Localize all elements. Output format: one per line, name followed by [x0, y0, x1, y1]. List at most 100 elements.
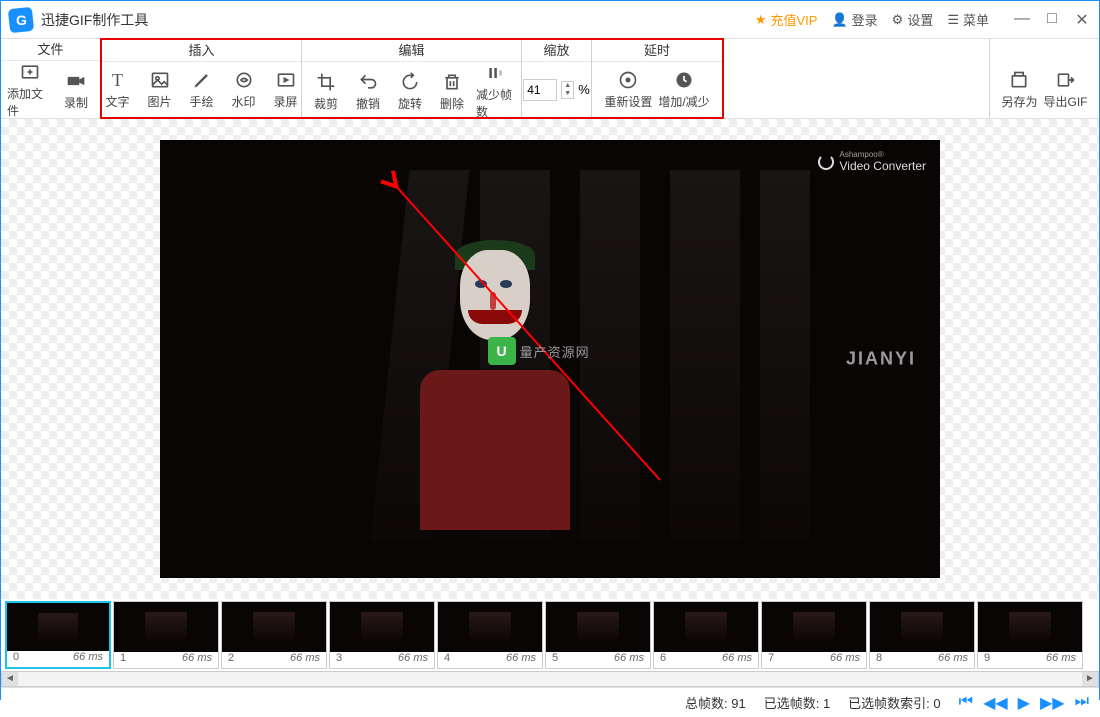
watermark-label: 水印	[231, 93, 255, 110]
annotation-arrow	[380, 170, 680, 500]
vip-button[interactable]: ★ 充值VIP	[755, 10, 818, 29]
record-button[interactable]: 录制	[58, 70, 94, 111]
frame-thumbnail[interactable]: 666 ms	[653, 601, 759, 669]
frame-duration: 66 ms	[614, 652, 644, 668]
center-logo-text: 量产资源网	[520, 342, 590, 361]
frame-duration: 66 ms	[1046, 652, 1076, 668]
reduce-icon	[485, 62, 507, 84]
draw-button[interactable]: 手绘	[184, 69, 220, 110]
screenrec-button[interactable]: 录屏	[268, 69, 304, 110]
watermark-button[interactable]: 水印	[226, 69, 262, 110]
group-delay-header: 延时	[592, 40, 722, 62]
center-watermark: U 量产资源网	[488, 337, 590, 365]
group-file-header: 文件	[1, 39, 100, 61]
trash-icon	[441, 71, 463, 93]
login-label: 登录	[852, 10, 878, 29]
rotate-button[interactable]: 旋转	[392, 71, 428, 112]
scroll-left-button[interactable]: ◄	[2, 672, 18, 686]
horizontal-scrollbar[interactable]: ◄ ►	[1, 671, 1099, 687]
incdec-delay-button[interactable]: 增加/减少	[658, 69, 709, 110]
frame-image	[7, 603, 109, 651]
minimize-button[interactable]: —	[1013, 10, 1031, 30]
crop-button[interactable]: 裁剪	[308, 71, 344, 112]
zoom-input[interactable]	[523, 79, 557, 101]
play-button[interactable]: ▶	[1018, 693, 1030, 713]
frame-thumbnail[interactable]: 366 ms	[329, 601, 435, 669]
app-logo: G	[8, 6, 34, 32]
reset-icon	[617, 69, 639, 91]
text-icon: T	[107, 69, 129, 91]
frame-image	[654, 602, 758, 652]
frame-index: 5	[552, 652, 558, 668]
next-frame-button[interactable]: ▶▶	[1040, 693, 1065, 713]
first-frame-button[interactable]: ⏮	[959, 693, 973, 713]
statusbar: 总帧数: 91 已选帧数: 1 已选帧数索引: 0 ⏮ ◀◀ ▶ ▶▶ ⏭	[1, 687, 1099, 717]
frame-thumbnail[interactable]: 5 66 ms	[545, 601, 651, 669]
frame-thumbnail[interactable]: 266 ms	[221, 601, 327, 669]
zoom-up-icon[interactable]: ▲	[562, 82, 573, 90]
playback-controls: ⏮ ◀◀ ▶ ▶▶ ⏭	[959, 693, 1089, 713]
preview-frame[interactable]: Ashampoo® Video Converter JIANYI U 量产资源网	[160, 140, 940, 578]
canvas-area: Ashampoo® Video Converter JIANYI U 量产资源网	[1, 119, 1099, 599]
export-gif-button[interactable]: 导出GIF	[1044, 69, 1088, 110]
maximize-button[interactable]: □	[1043, 10, 1061, 30]
frame-index: 4	[444, 652, 450, 668]
text-label: 文字	[105, 93, 129, 110]
frame-index: 0	[13, 651, 19, 667]
login-button[interactable]: 👤 登录	[831, 10, 877, 29]
draw-label: 手绘	[189, 93, 213, 110]
close-button[interactable]: ✕	[1073, 10, 1091, 30]
group-zoom: 缩放 ▲▼ %	[522, 40, 592, 117]
selected-index-label: 已选帧数索引:	[848, 696, 930, 711]
menu-button[interactable]: ☰ 菜单	[947, 10, 989, 29]
save-as-button[interactable]: 另存为	[1001, 69, 1037, 110]
frame-thumbnail[interactable]: 466 ms	[437, 601, 543, 669]
app-title: 迅捷GIF制作工具	[41, 10, 148, 30]
group-zoom-header: 缩放	[522, 40, 591, 62]
frame-image	[438, 602, 542, 652]
save-as-label: 另存为	[1001, 93, 1037, 110]
frame-index: 7	[768, 652, 774, 668]
image-label: 图片	[147, 93, 171, 110]
add-file-button[interactable]: 添加文件	[7, 61, 52, 119]
frame-thumbnail[interactable]: 866 ms	[869, 601, 975, 669]
frame-thumbnail[interactable]: 766 ms	[761, 601, 867, 669]
vip-label: 充值VIP	[770, 10, 817, 29]
rotate-icon	[399, 71, 421, 93]
frame-duration: 66 ms	[938, 652, 968, 668]
reset-delay-button[interactable]: 重新设置	[604, 69, 652, 110]
zoom-down-icon[interactable]: ▼	[562, 90, 573, 98]
delete-button[interactable]: 删除	[434, 71, 470, 112]
reduce-frames-button[interactable]: 减少帧数	[476, 62, 515, 120]
text-button[interactable]: T 文字	[100, 69, 136, 110]
settings-label: 设置	[907, 10, 933, 29]
settings-button[interactable]: ⚙ 设置	[892, 10, 934, 29]
reduce-frames-label: 减少帧数	[476, 86, 515, 120]
frame-thumbnail[interactable]: 166 ms	[113, 601, 219, 669]
undo-button[interactable]: 撤销	[350, 71, 386, 112]
scroll-right-button[interactable]: ►	[1082, 672, 1098, 686]
frame-index: 3	[336, 652, 342, 668]
refresh-icon	[818, 154, 834, 170]
center-logo-icon: U	[488, 337, 516, 365]
image-button[interactable]: 图片	[142, 69, 178, 110]
selected-frames-label: 已选帧数:	[764, 696, 820, 711]
add-file-label: 添加文件	[7, 85, 52, 119]
clock-icon	[673, 69, 695, 91]
zoom-unit: %	[578, 82, 590, 97]
last-frame-button[interactable]: ⏭	[1075, 693, 1089, 713]
selected-index-value: 0	[933, 696, 940, 711]
zoom-spinner[interactable]: ▲▼	[561, 81, 574, 99]
menu-icon: ☰	[947, 12, 959, 28]
screen-icon	[275, 69, 297, 91]
screenrec-label: 录屏	[273, 93, 297, 110]
frame-duration: 66 ms	[722, 652, 752, 668]
frames-strip[interactable]: 066 ms166 ms266 ms366 ms466 ms566 ms666 …	[1, 599, 1099, 671]
group-edit-header: 编辑	[302, 40, 521, 62]
watermark-brand: Ashampoo®	[840, 150, 927, 159]
frame-thumbnail[interactable]: 066 ms	[5, 601, 111, 669]
prev-frame-button[interactable]: ◀◀	[983, 693, 1008, 713]
frame-thumbnail[interactable]: 966 ms	[977, 601, 1083, 669]
frame-index: 1	[120, 652, 126, 668]
group-insert-header: 插入	[102, 40, 301, 62]
